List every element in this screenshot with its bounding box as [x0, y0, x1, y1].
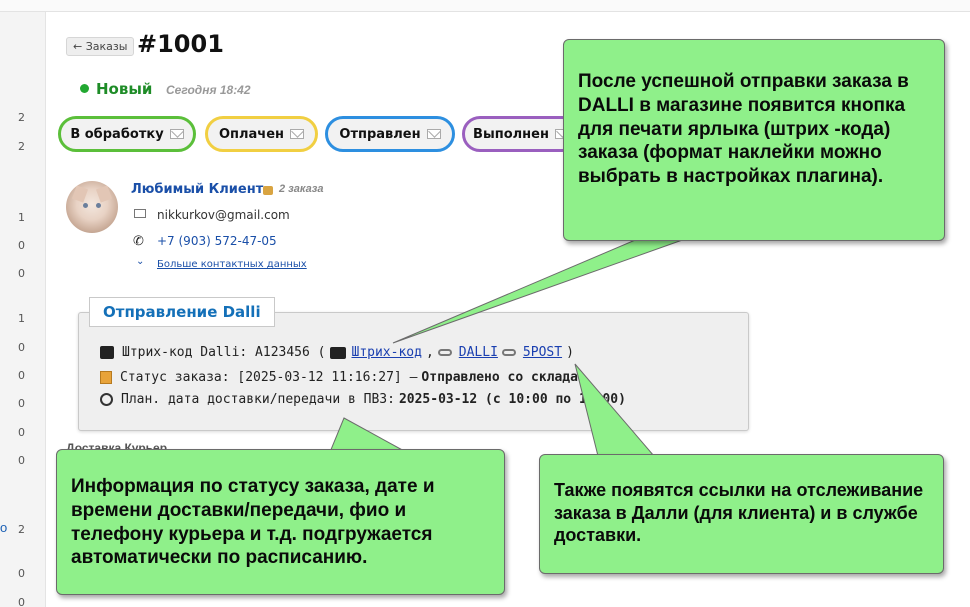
customer-phone[interactable]: +7 (903) 572-47-05 [157, 234, 277, 248]
clock-icon [100, 393, 113, 406]
sidebar-count: 0 [18, 426, 25, 439]
barcode-line: Штрих-код Dalli: A123456 ( Штрих-код, DAL… [100, 345, 574, 360]
envelope-icon [169, 129, 184, 139]
phone-icon: ✆ [133, 233, 144, 248]
status-button-3[interactable]: Отправлен [325, 116, 455, 152]
close-paren: ) [566, 345, 574, 360]
status-button-label: Оплачен [218, 126, 285, 142]
delivery-date-line: План. дата доставки/передачи в ПВЗ: 2025… [100, 392, 626, 407]
avatar-ear-left [71, 185, 89, 203]
page-title: #1001 [137, 30, 224, 58]
top-bar [0, 0, 970, 12]
avatar-ear-right [95, 185, 113, 203]
sidebar-count: 0 [18, 397, 25, 410]
sidebar-count: 0 [18, 567, 25, 580]
sidebar-count: 0 [18, 454, 25, 467]
package-icon [100, 346, 114, 359]
back-to-orders-button[interactable]: ← Заказы [66, 37, 135, 56]
link-icon [437, 349, 452, 356]
delivery-prefix: План. дата доставки/передачи в ПВЗ: [121, 392, 395, 407]
sidebar-fragment-text: o [0, 520, 8, 535]
link-icon [501, 349, 516, 356]
status-button-label: В обработку [70, 126, 164, 142]
callout-barcode-print-text: После успешной отправки заказа в DALLI в… [578, 71, 909, 187]
customer-email: nikkurkov@gmail.com [157, 208, 290, 222]
more-contact-data-link[interactable]: Больше контактных данных [157, 259, 307, 270]
customer-name-link[interactable]: Любимый Клиент [131, 182, 263, 197]
barcode-text: Штрих-код Dalli: A123456 ( [122, 345, 326, 360]
envelope-icon [290, 129, 305, 139]
status-prefix: Статус заказа: [2025-03-12 11:16:27] — [120, 370, 418, 385]
left-sidebar [0, 12, 46, 607]
status-button-label: Выполнен [473, 126, 549, 142]
printer-icon [329, 346, 346, 359]
sidebar-count: 2 [18, 523, 25, 536]
print-barcode-link[interactable]: Штрих-код [352, 345, 422, 360]
separator-comma: , [425, 345, 434, 360]
dalli-tracking-link[interactable]: DALLI [459, 345, 498, 360]
sidebar-count: 2 [18, 140, 25, 153]
fivepost-tracking-link[interactable]: 5POST [523, 345, 562, 360]
delivery-value: 2025-03-12 (с 10:00 по 17:00) [398, 392, 626, 407]
callout-tracking-links: Также появятся ссылки на отслеживание за… [539, 454, 944, 574]
order-status-label: Новый [96, 80, 153, 98]
sidebar-count: 0 [18, 596, 25, 607]
callout-status-info: Информация по статусу заказа, дате и вре… [56, 449, 505, 595]
dalli-shipment-tab: Отправление Dalli [89, 297, 275, 327]
envelope-icon [426, 129, 441, 139]
avatar-eye-right [96, 203, 101, 208]
sidebar-count: 0 [18, 267, 25, 280]
chevron-down-icon: ⌄ [136, 256, 145, 267]
avatar-eye-left [83, 203, 88, 208]
callout-tracking-links-text: Также появятся ссылки на отслеживание за… [554, 480, 924, 545]
sidebar-count: 0 [18, 239, 25, 252]
envelope-icon [134, 209, 146, 218]
status-dot-icon [80, 84, 89, 93]
sidebar-count: 0 [18, 341, 25, 354]
sidebar-count: 1 [18, 211, 25, 224]
user-badge-icon [263, 186, 273, 195]
order-status-line: Статус заказа: [2025-03-12 11:16:27] — О… [100, 370, 578, 385]
sidebar-count: 2 [18, 111, 25, 124]
customer-avatar [66, 181, 118, 233]
customer-orders-count: 2 заказа [279, 183, 324, 195]
status-value: Отправлено со склада [421, 370, 578, 385]
status-button-2[interactable]: Оплачен [205, 116, 318, 152]
callout-status-info-text: Информация по статусу заказа, дате и вре… [71, 476, 435, 569]
sidebar-count: 0 [18, 369, 25, 382]
sidebar-count: 1 [18, 312, 25, 325]
order-status-time: Сегодня 18:42 [166, 83, 251, 97]
status-button-1[interactable]: В обработку [58, 116, 196, 152]
clipboard-icon [100, 371, 112, 384]
status-button-label: Отправлен [339, 126, 421, 142]
callout-barcode-print: После успешной отправки заказа в DALLI в… [563, 39, 945, 241]
